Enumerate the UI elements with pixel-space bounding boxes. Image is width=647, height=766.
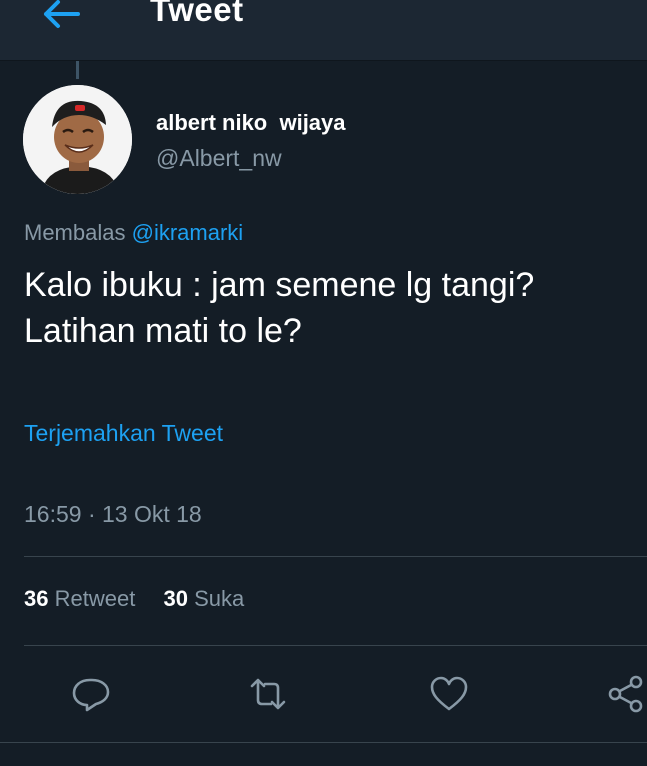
back-button[interactable] [38, 0, 82, 36]
tweet-text-line: Latihan mati to le? [24, 312, 302, 350]
reply-to-link[interactable]: @ikramarki [132, 220, 244, 245]
reply-icon [72, 678, 110, 712]
arrow-left-icon [44, 0, 80, 28]
retweet-count-link[interactable]: 36 Retweet [24, 586, 135, 611]
retweet-count: 36 [24, 586, 49, 611]
share-icon [608, 675, 643, 713]
retweet-icon [250, 678, 286, 710]
tweet-text-line: Kalo ibuku : jam semene lg tangi? [24, 266, 535, 304]
tweet-text: Kalo ibuku : jam semene lg tangi? Latiha… [24, 262, 634, 354]
reply-prefix: Membalas [24, 220, 126, 245]
share-button[interactable] [605, 673, 647, 715]
thread-connector-line [76, 61, 79, 79]
author-display-name[interactable]: albert niko wijaya [156, 110, 346, 136]
translate-tweet-link[interactable]: Terjemahkan Tweet [24, 420, 223, 447]
like-label: Suka [194, 586, 245, 611]
avatar[interactable] [23, 85, 132, 194]
top-bar: Tweet [0, 0, 647, 61]
heart-icon [430, 676, 468, 711]
page-title: Tweet [150, 0, 244, 28]
like-button[interactable] [428, 673, 470, 715]
reply-button[interactable] [70, 673, 112, 715]
reply-context: Membalas @ikramarki [24, 220, 243, 246]
divider [24, 556, 647, 557]
author-handle[interactable]: @Albert_nw [156, 145, 282, 172]
like-count: 30 [163, 586, 188, 611]
retweet-button[interactable] [247, 673, 289, 715]
tweet-timestamp: 16:59 · 13 Okt 18 [24, 501, 202, 527]
tweet-stats: 36 Retweet 30 Suka [24, 586, 266, 612]
divider [24, 645, 647, 646]
retweet-label: Retweet [54, 586, 136, 611]
avatar-photo [23, 85, 132, 194]
like-count-link[interactable]: 30 Suka [163, 586, 244, 611]
divider [0, 742, 647, 743]
